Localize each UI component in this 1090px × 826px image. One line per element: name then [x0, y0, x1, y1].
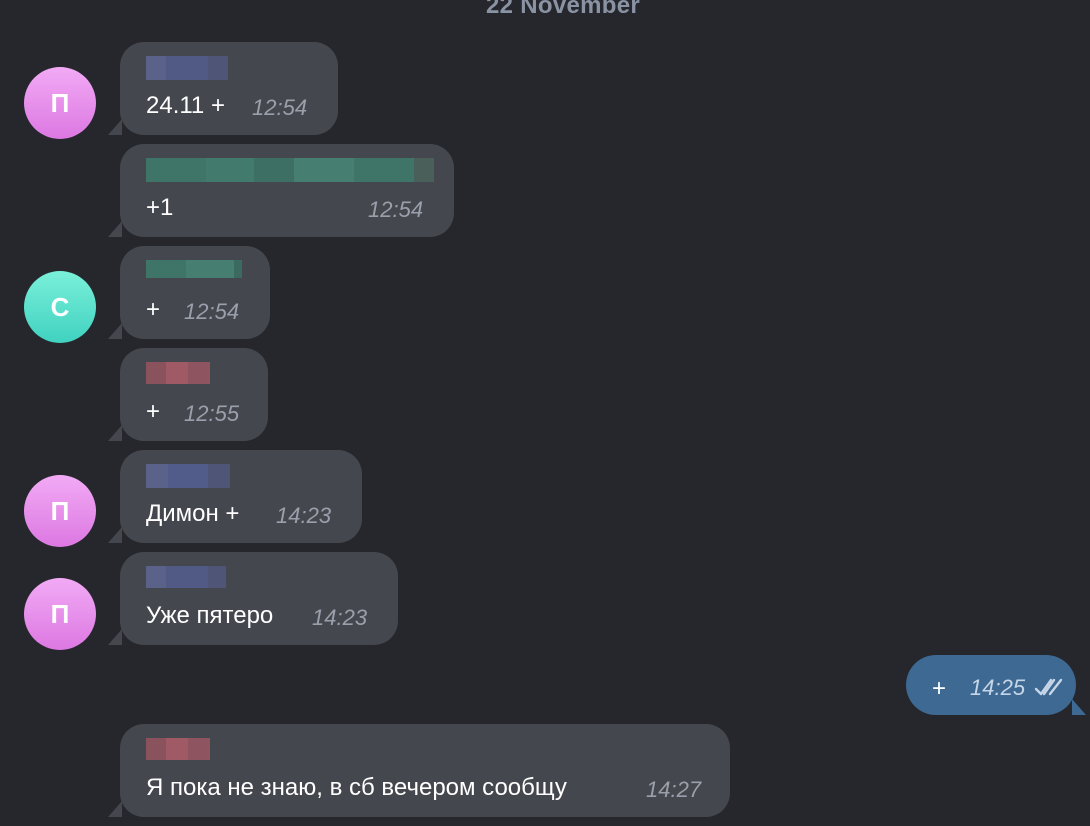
message-bubble[interactable]: 24.11 + 12:54 — [108, 42, 338, 135]
outgoing-message-bubble[interactable]: + 14:25 — [906, 655, 1086, 715]
avatar[interactable]: П — [24, 67, 96, 139]
chat-screen: 22 November П 24.11 + 12:54 +1 12:54 С +… — [0, 0, 1090, 826]
double-check-icon — [1034, 678, 1063, 696]
message-time: 14:23 — [276, 503, 332, 528]
message-bubble[interactable]: Уже пятеро 14:23 — [108, 552, 398, 645]
sender-name[interactable] — [146, 260, 242, 278]
sender-name[interactable] — [146, 566, 226, 588]
message-bubble[interactable]: Я пока не знаю, в сб вечером сообщу 14:2… — [108, 724, 730, 817]
bubble-tail — [108, 527, 122, 543]
message-text: +1 — [146, 194, 174, 221]
message-bubble[interactable]: +1 12:54 — [108, 144, 454, 237]
sender-name[interactable] — [146, 158, 434, 182]
bubble-tail — [108, 221, 122, 237]
message-bubble[interactable]: + 12:55 — [108, 348, 268, 441]
date-header: 22 November — [485, 0, 641, 19]
message-time: 14:25 — [970, 675, 1026, 700]
avatar[interactable] — [24, 168, 102, 240]
message-text: Димон + — [146, 500, 240, 527]
bubble-tail — [108, 801, 122, 817]
message-text: + — [932, 675, 947, 702]
message-text: 24.11 + — [146, 92, 225, 119]
message-text: + — [146, 398, 161, 425]
sender-name[interactable] — [146, 56, 228, 80]
message-text: Я пока не знаю, в сб вечером сообщу — [146, 774, 567, 801]
avatar[interactable] — [24, 750, 102, 822]
message-text: + — [146, 296, 161, 323]
bubble-tail — [108, 323, 122, 339]
message-time: 12:55 — [184, 401, 240, 426]
message-time: 12:54 — [184, 299, 240, 324]
message-bubble[interactable]: Димон + 14:23 — [108, 450, 362, 543]
bubble-tail — [1072, 699, 1086, 715]
message-bubble[interactable]: + 12:54 — [108, 246, 270, 339]
message-time: 14:27 — [646, 777, 702, 802]
avatar[interactable]: С — [24, 271, 96, 343]
bubble-tail — [108, 425, 122, 441]
bubble-tail — [108, 629, 122, 645]
avatar[interactable]: П — [24, 475, 96, 547]
sender-name[interactable] — [146, 362, 210, 384]
bubble-tail — [108, 119, 122, 135]
message-text: Уже пятеро — [146, 602, 274, 629]
sender-name[interactable] — [146, 464, 230, 488]
avatar[interactable]: П — [24, 578, 96, 650]
message-time: 12:54 — [368, 197, 424, 222]
avatar[interactable] — [24, 374, 96, 446]
message-time: 12:54 — [252, 95, 308, 120]
sender-name[interactable] — [146, 738, 210, 760]
message-time: 14:23 — [312, 605, 368, 630]
